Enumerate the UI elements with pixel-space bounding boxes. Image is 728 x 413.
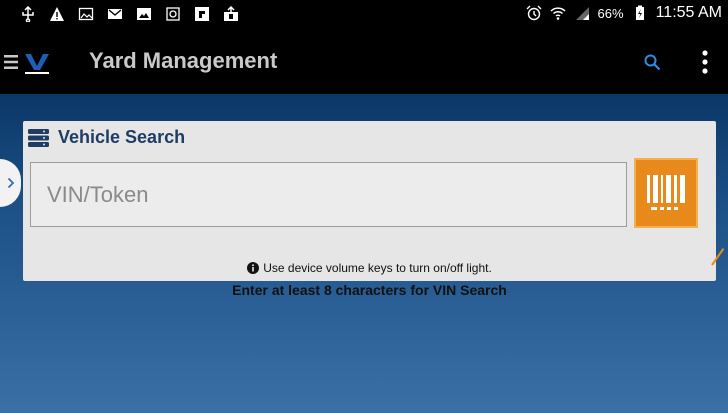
menu-icon[interactable]	[4, 54, 18, 70]
info-icon	[247, 262, 260, 274]
more-vert-icon[interactable]	[696, 48, 714, 76]
warning-icon	[50, 7, 64, 21]
gallery-icon	[166, 7, 180, 21]
status-time: 11:55 AM	[655, 4, 722, 21]
main-content: Vehicle Search Use device volume keys to…	[0, 94, 728, 413]
status-indicators: 66% 11:55 AM	[526, 4, 722, 22]
app-bar: Yard Management	[0, 30, 728, 94]
usb-icon	[22, 6, 34, 22]
info-text: Use device volume keys to turn on/off li…	[263, 261, 492, 275]
barcode-icon	[647, 175, 685, 210]
database-icon	[28, 128, 49, 147]
vin-token-input[interactable]	[30, 162, 627, 227]
battery-percentage: 66%	[597, 5, 624, 21]
flipboard-icon	[195, 7, 209, 21]
barcode-scan-button[interactable]	[634, 158, 698, 228]
app-title: Yard Management	[89, 48, 278, 73]
photo-icon	[137, 8, 151, 20]
status-bar: 66% 11:55 AM	[0, 0, 728, 30]
upload-icon	[224, 6, 238, 21]
notification-icons	[20, 6, 239, 22]
alarm-icon	[526, 5, 542, 21]
card-header: Vehicle Search	[28, 127, 185, 148]
vin-hint-text: Enter at least 8 characters for VIN Sear…	[232, 282, 507, 298]
battery-icon	[635, 5, 644, 20]
info-line: Use device volume keys to turn on/off li…	[23, 261, 716, 277]
gmail-icon	[108, 9, 122, 19]
image-icon	[78, 7, 94, 21]
search-icon[interactable]	[642, 52, 662, 72]
signal-icon	[575, 7, 589, 20]
vehicle-search-card: Vehicle Search Use device volume keys to…	[23, 121, 716, 298]
side-drawer-toggle[interactable]	[0, 159, 21, 207]
card-title: Vehicle Search	[58, 127, 186, 147]
logo-icon	[25, 54, 49, 74]
wifi-icon	[550, 7, 566, 20]
chevron-right-icon	[7, 177, 14, 189]
